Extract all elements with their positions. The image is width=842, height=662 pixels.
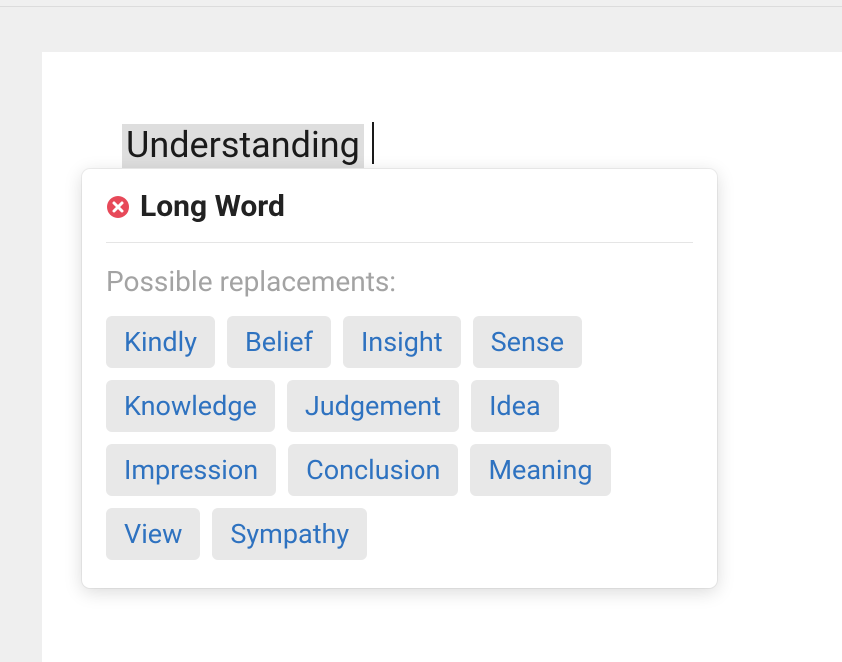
suggestion-popup: Long Word Possible replacements: Kindly … <box>82 169 717 588</box>
text-cursor <box>372 122 374 164</box>
replacement-chip[interactable]: Sympathy <box>212 508 367 560</box>
popup-header: Long Word <box>106 189 693 243</box>
replacement-chip[interactable]: Impression <box>106 444 276 496</box>
app-background: Understanding Long Word Possible replace… <box>0 6 842 662</box>
replacement-chip[interactable]: Sense <box>473 316 583 368</box>
replacement-chip[interactable]: View <box>106 508 200 560</box>
replacement-chip[interactable]: Judgement <box>287 380 459 432</box>
replacement-chip[interactable]: Knowledge <box>106 380 275 432</box>
replacement-chip[interactable]: Kindly <box>106 316 215 368</box>
replacement-chip[interactable]: Conclusion <box>288 444 458 496</box>
popup-title: Long Word <box>140 189 285 224</box>
replacement-chip[interactable]: Belief <box>227 316 331 368</box>
replacement-list: Kindly Belief Insight Sense Knowledge Ju… <box>106 316 693 560</box>
popup-subtitle: Possible replacements: <box>106 265 693 298</box>
replacement-chip[interactable]: Idea <box>471 380 559 432</box>
replacement-chip[interactable]: Meaning <box>470 444 610 496</box>
error-icon <box>106 195 130 219</box>
highlighted-word[interactable]: Understanding <box>122 124 364 168</box>
replacement-chip[interactable]: Insight <box>343 316 461 368</box>
